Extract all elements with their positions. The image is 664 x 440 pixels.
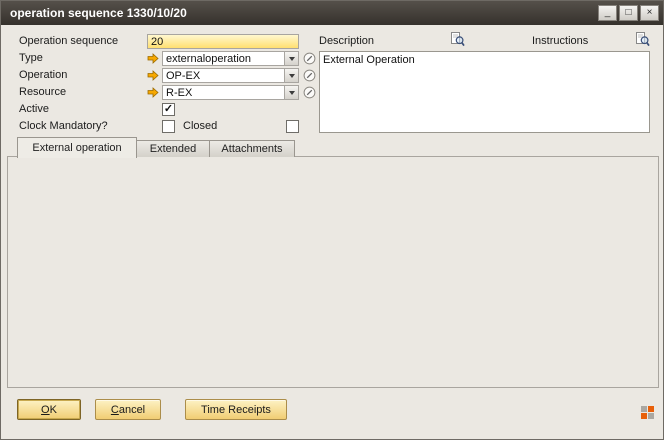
link-arrow-icon[interactable] (147, 53, 159, 64)
close-button[interactable]: × (640, 5, 659, 21)
expand-editor-icon[interactable] (451, 32, 465, 47)
resource-label: Resource (19, 85, 66, 100)
clock-mandatory-checkbox[interactable] (162, 120, 175, 133)
dialog-body: Operation sequence Type externaloperatio… (1, 25, 663, 439)
tab-panel (7, 156, 659, 388)
operation-sequence-label: Operation sequence (19, 34, 118, 49)
active-label: Active (19, 102, 49, 117)
resource-select[interactable]: R-EX (162, 85, 299, 100)
operation-label: Operation (19, 68, 67, 83)
closed-label: Closed (183, 119, 217, 134)
edit-icon[interactable] (303, 52, 316, 65)
edit-icon[interactable] (303, 69, 316, 82)
tab-label: Attachments (221, 143, 282, 155)
chevron-down-icon[interactable] (284, 52, 298, 65)
ok-button[interactable]: OK (17, 399, 81, 420)
type-select[interactable]: externaloperation (162, 51, 299, 66)
operation-value: OP-EX (163, 70, 284, 82)
edit-icon[interactable] (303, 86, 316, 99)
operation-sequence-window: operation sequence 1330/10/20 _ □ × Oper… (0, 0, 664, 440)
title-bar[interactable]: operation sequence 1330/10/20 _ □ × (1, 1, 663, 25)
tab-external-operation[interactable]: External operation (17, 137, 137, 158)
tab-extended[interactable]: Extended (136, 140, 210, 157)
cancel-button-label: Cancel (111, 404, 145, 416)
time-receipts-button-label: Time Receipts (201, 404, 271, 416)
maximize-button[interactable]: □ (619, 5, 638, 21)
resource-value: R-EX (163, 87, 284, 99)
expand-editor-icon[interactable] (636, 32, 650, 47)
type-label: Type (19, 51, 43, 66)
link-arrow-icon[interactable] (147, 87, 159, 98)
minimize-button[interactable]: _ (598, 5, 617, 21)
window-controls: _ □ × (598, 5, 659, 21)
chevron-down-icon[interactable] (284, 86, 298, 99)
tab-label: Extended (150, 143, 196, 155)
description-textarea[interactable]: External Operation (319, 51, 650, 133)
tab-attachments[interactable]: Attachments (209, 140, 295, 157)
cancel-button[interactable]: Cancel (95, 399, 161, 420)
active-checkbox[interactable] (162, 103, 175, 116)
description-label: Description (319, 34, 374, 49)
tab-label: External operation (32, 142, 121, 154)
instructions-label: Instructions (532, 34, 588, 49)
link-arrow-icon[interactable] (147, 70, 159, 81)
operation-sequence-input[interactable] (147, 34, 299, 49)
chevron-down-icon[interactable] (284, 69, 298, 82)
time-receipts-button[interactable]: Time Receipts (185, 399, 287, 420)
closed-checkbox[interactable] (286, 120, 299, 133)
operation-select[interactable]: OP-EX (162, 68, 299, 83)
clock-mandatory-label: Clock Mandatory? (19, 119, 108, 134)
type-value: externaloperation (163, 53, 284, 65)
window-title: operation sequence 1330/10/20 (5, 6, 187, 20)
description-text: External Operation (323, 54, 415, 66)
ok-button-label: OK (41, 404, 57, 416)
resize-grip-icon[interactable] (641, 406, 655, 420)
